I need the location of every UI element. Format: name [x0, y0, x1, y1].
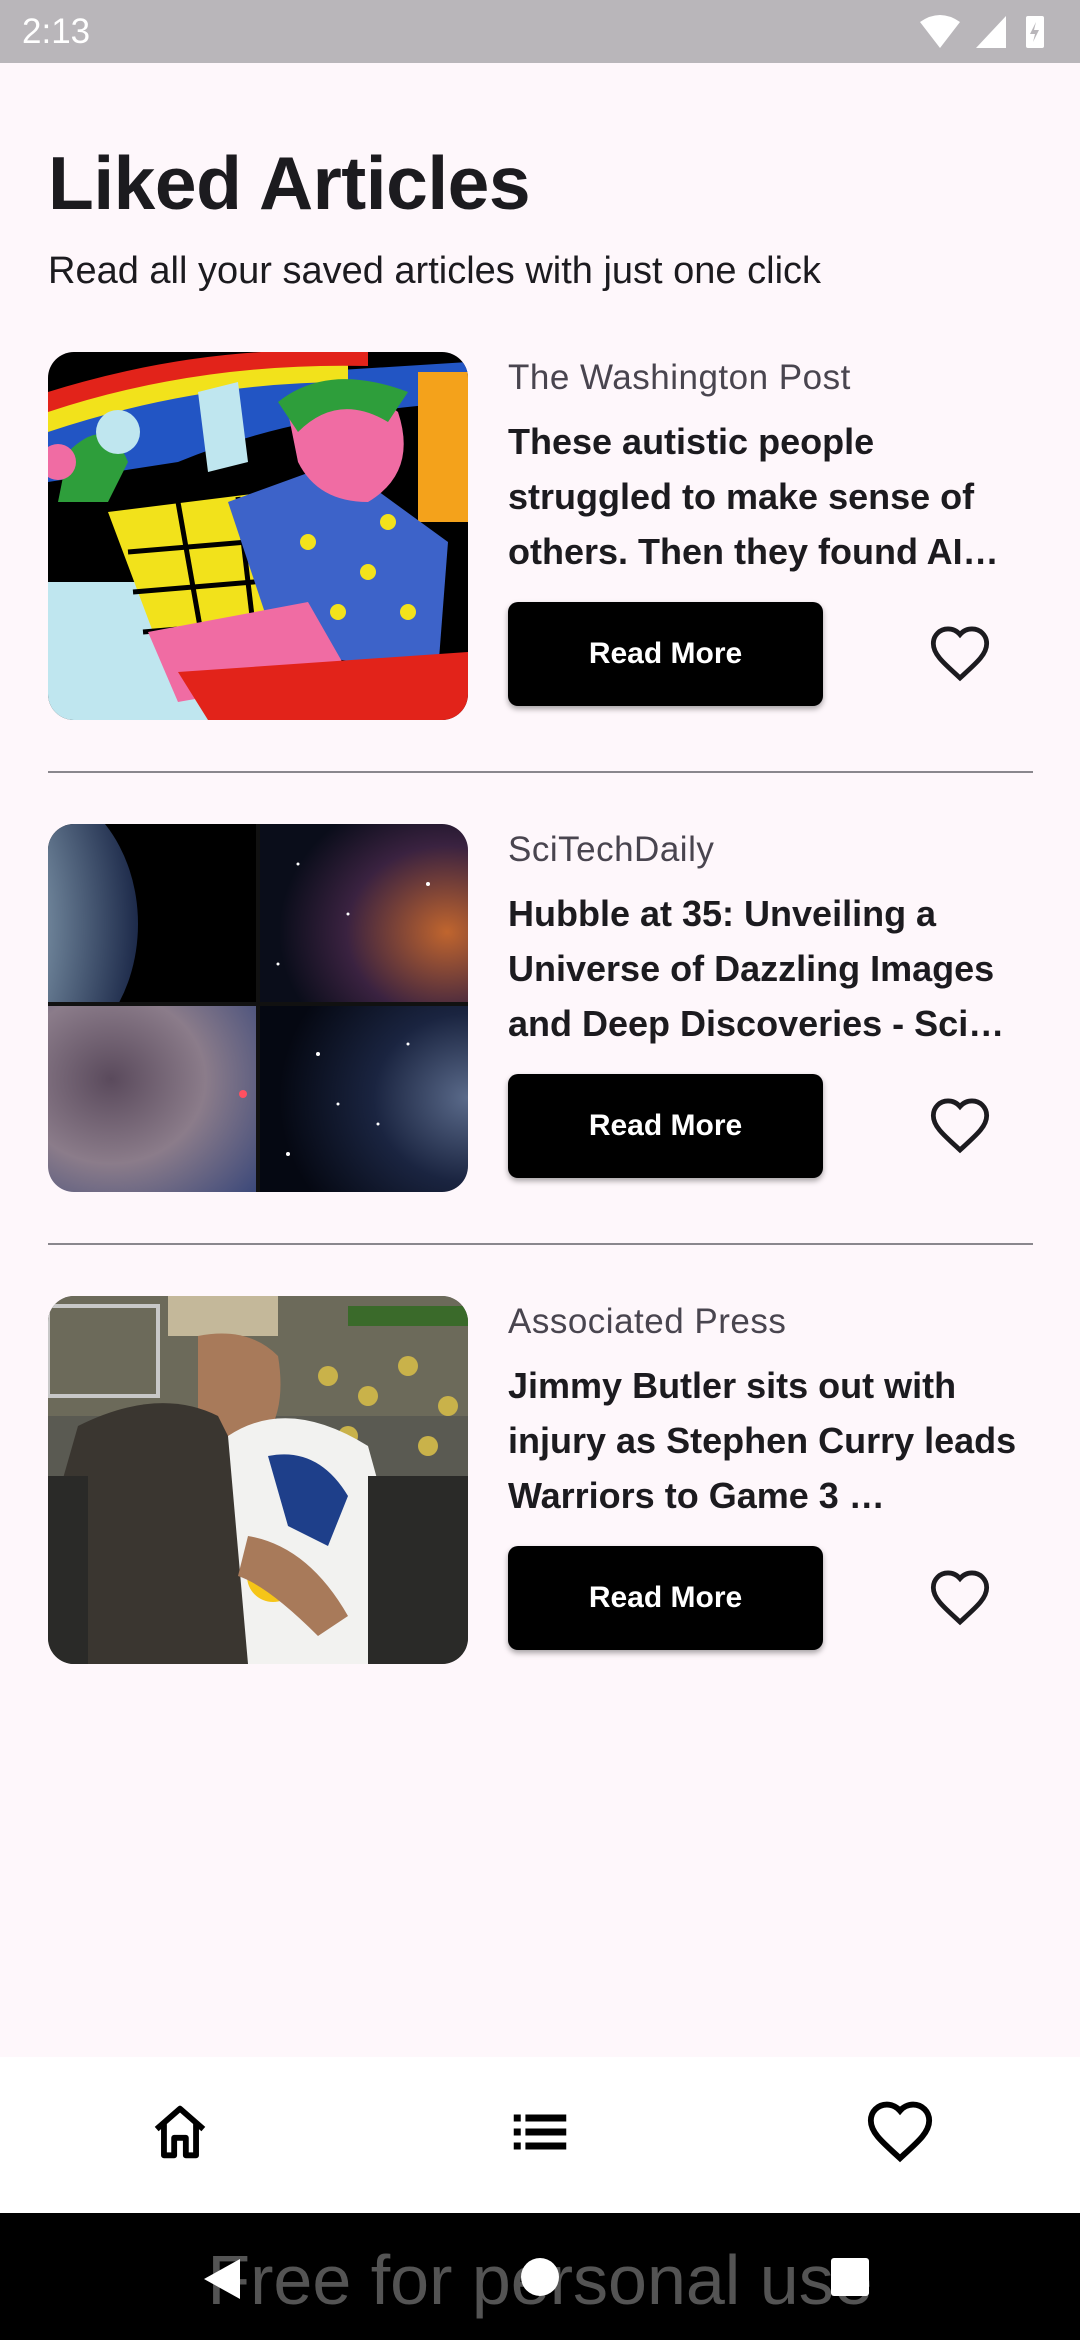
article-source: Associated Press — [508, 1302, 787, 1341]
divider — [48, 771, 1033, 773]
article-source: The Washington Post — [508, 358, 851, 397]
article-source: SciTechDaily — [508, 830, 715, 869]
heart-outline-icon[interactable] — [928, 622, 992, 686]
divider — [48, 1243, 1033, 1245]
status-time: 2:13 — [22, 12, 91, 51]
read-more-button[interactable]: Read More — [508, 602, 823, 706]
article-thumbnail[interactable] — [48, 1296, 468, 1664]
article-card[interactable]: Associated Press Jimmy Butler sits out w… — [48, 1296, 1033, 1666]
heart-icon[interactable] — [865, 2097, 935, 2167]
watermark: Free for personal use — [207, 2241, 873, 2319]
article-thumbnail[interactable] — [48, 352, 468, 720]
page-title: Liked Articles — [48, 141, 531, 225]
heart-outline-icon[interactable] — [928, 1094, 992, 1158]
home-icon[interactable] — [145, 2097, 215, 2167]
article-headline: Jimmy Butler sits out with injury as Ste… — [508, 1365, 1017, 1516]
status-bar: 2:13 — [0, 0, 1080, 63]
status-icons — [918, 12, 1058, 52]
bottom-navigation — [0, 2057, 1080, 2213]
read-more-button[interactable]: Read More — [508, 1546, 823, 1650]
read-more-button[interactable]: Read More — [508, 1074, 823, 1178]
heart-outline-icon[interactable] — [928, 1566, 992, 1630]
wifi-icon — [920, 15, 960, 48]
page-subtitle: Read all your saved articles with just o… — [48, 250, 822, 292]
article-card[interactable]: SciTechDaily Hubble at 35: Unveiling a U… — [48, 824, 1033, 1194]
article-headline: Hubble at 35: Unveiling a Universe of Da… — [508, 893, 1005, 1044]
signal-icon — [976, 16, 1006, 48]
article-thumbnail[interactable] — [48, 824, 468, 1192]
article-card[interactable]: The Washington Post These autistic peopl… — [48, 352, 1033, 722]
article-headline: These autistic people struggled to make … — [508, 421, 999, 572]
list-icon[interactable] — [505, 2097, 575, 2167]
